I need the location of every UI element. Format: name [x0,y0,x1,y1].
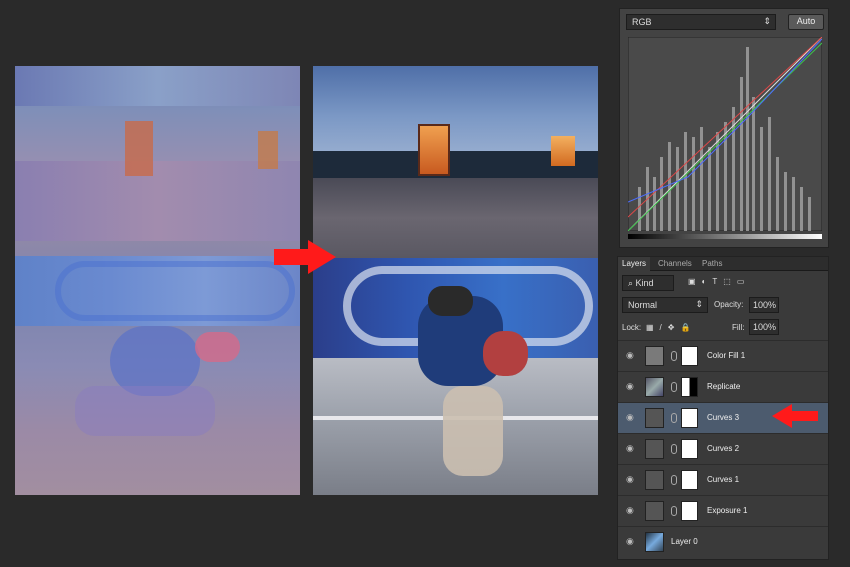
layer-name: Exposure 1 [707,506,748,515]
layer-mask[interactable] [681,346,698,366]
layer-row[interactable]: ◉ Curves 1 [618,464,828,495]
layer-mask[interactable] [681,439,698,459]
tab-layers[interactable]: Layers [618,257,651,271]
filter-kind-select[interactable]: ⌕ Kind [622,275,674,291]
layer-row[interactable]: ◉ Exposure 1 [618,495,828,526]
processed-image [15,66,300,495]
layer-row[interactable]: ◉ Curves 2 [618,433,828,464]
eye-icon[interactable]: ◉ [626,444,636,453]
arrow-left-icon [772,404,818,428]
layer-mask[interactable] [681,501,698,521]
chain-icon [671,382,677,392]
layer-mask[interactable] [681,377,698,397]
chain-icon [671,444,677,454]
layer-thumbnail [645,532,664,552]
layer-thumbnail [645,377,664,397]
tab-channels[interactable]: Channels [654,257,696,271]
arrow-right-icon [274,240,336,274]
lock-icon[interactable]: ▦/✥🔒 [646,323,696,332]
lock-label: Lock: [622,323,642,332]
curves-adjustment-icon [645,439,664,459]
layer-row[interactable]: ◉ Replicate [618,371,828,402]
fill-label: Fill: [732,323,745,332]
layer-name: Curves 3 [707,413,740,422]
original-photo [313,66,598,495]
eye-icon[interactable]: ◉ [626,475,636,484]
chain-icon [671,413,677,423]
eye-icon[interactable]: ◉ [626,382,636,391]
chevron-updown-icon: ⇕ [763,16,771,26]
eye-icon[interactable]: ◉ [626,506,636,515]
exposure-adjustment-icon [645,501,664,521]
layer-thumbnail [645,346,664,366]
chevron-updown-icon: ⇕ [695,299,703,309]
search-icon: ⌕ [628,278,636,288]
curve-graph[interactable] [628,37,822,231]
curves-adjustment-icon [645,408,664,428]
layer-row[interactable]: ◉ Layer 0 [618,526,828,557]
tab-paths[interactable]: Paths [698,257,726,271]
opacity-label: Opacity: [714,300,744,309]
fill-field[interactable]: 100% [749,319,779,335]
layers-tabs: Layers Channels Paths [618,257,828,271]
layer-name: Layer 0 [671,537,698,546]
layer-name: Curves 1 [707,475,740,484]
filter-icons[interactable]: ▣◐T⬚▭ [688,277,750,286]
curves-panel: RGB ⇕ Auto [619,8,829,248]
chain-icon [671,351,677,361]
auto-button[interactable]: Auto [788,14,824,30]
layer-name: Curves 2 [707,444,740,453]
eye-icon[interactable]: ◉ [626,351,636,360]
eye-icon[interactable]: ◉ [626,413,636,422]
blend-mode-select[interactable]: Normal ⇕ [622,297,708,313]
layer-mask[interactable] [681,408,698,428]
layer-name: Replicate [707,382,741,391]
layer-mask[interactable] [681,470,698,490]
curves-adjustment-icon [645,470,664,490]
eye-icon[interactable]: ◉ [626,537,636,546]
chain-icon [671,475,677,485]
channel-select[interactable]: RGB ⇕ [626,14,776,30]
chain-icon [671,506,677,516]
opacity-field[interactable]: 100% [749,297,779,313]
layer-name: Color Fill 1 [707,351,746,360]
layer-row[interactable]: ◉ Color Fill 1 [618,340,828,371]
